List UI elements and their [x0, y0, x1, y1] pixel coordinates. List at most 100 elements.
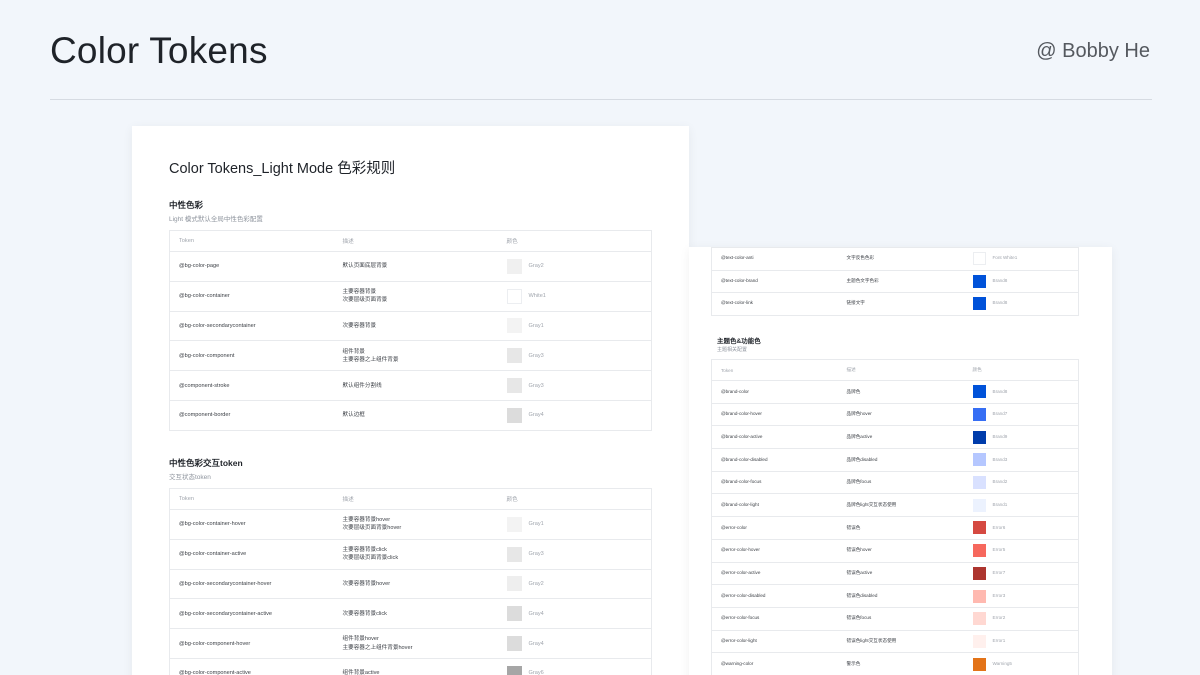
table-row: @error-color-light错误色light交互状态使用Error1: [712, 630, 1079, 653]
token-name: @text-color-brand: [712, 270, 838, 293]
description-line: 错误色light交互状态使用: [847, 638, 964, 645]
column-header: 颜色: [498, 231, 652, 252]
description-line: 组件背景hover: [343, 635, 498, 643]
token-color: Gray1: [498, 311, 652, 341]
color-swatch: [973, 453, 986, 466]
color-name: Brand8: [993, 278, 1008, 285]
header-divider: [50, 99, 1152, 100]
table-header-row: Token描述颜色: [170, 489, 652, 510]
color-name: Gray1: [529, 322, 544, 330]
token-description: 默认组件分割线: [334, 371, 498, 401]
color-swatch: [973, 297, 986, 310]
color-swatch: [507, 606, 522, 621]
table-row: @bg-color-secondarycontainer-active 次要容器背…: [170, 599, 652, 629]
token-name: @bg-color-component: [170, 341, 334, 371]
token-color: Brand3: [964, 449, 1079, 472]
description-line: 链接文字: [847, 300, 964, 307]
token-description: 次要容器背景click: [334, 599, 498, 629]
section-subtitle-neutral-interaction: 交互状态token: [169, 471, 211, 481]
color-name: Brand2: [993, 479, 1008, 486]
token-description: 品牌色focus: [838, 471, 964, 494]
token-color: Brand7: [964, 403, 1079, 426]
token-name: @bg-color-secondarycontainer: [170, 311, 334, 341]
token-color: Brand2: [964, 471, 1079, 494]
neutral-color-table: Token描述颜色@bg-color-page默认页面底层背景Gray2@bg-…: [169, 230, 652, 431]
token-description: 主要容器背景hover次要层级页面背景hover: [334, 510, 498, 540]
color-name: Font White1: [993, 255, 1018, 262]
description-line: 错误色focus: [847, 615, 964, 622]
description-line: 主要容器背景click: [343, 546, 498, 554]
color-name: Error1: [993, 638, 1006, 645]
table-header-row: Token描述颜色: [170, 231, 652, 252]
token-color: Gray3: [498, 371, 652, 401]
table-row: @warning-color警示色Warning5: [712, 653, 1079, 675]
token-name: @text-color-anti: [712, 248, 838, 271]
token-name: @brand-color-disabled: [712, 449, 838, 472]
color-name: Gray4: [529, 411, 544, 419]
table-row: @brand-color-light品牌色light交互状态使用Brand1: [712, 494, 1079, 517]
color-swatch: [507, 636, 522, 651]
token-description: 次要容器背景hover: [334, 569, 498, 599]
token-name: @bg-color-component-hover: [170, 629, 334, 659]
author-credit: @ Bobby He: [1036, 40, 1150, 63]
token-name: @bg-color-container-hover: [170, 510, 334, 540]
table-row: @component-border默认边框 Gray4: [170, 400, 652, 430]
token-name: @brand-color-active: [712, 426, 838, 449]
table-row: @text-color-link链接文字Brand8: [712, 293, 1079, 316]
color-swatch: [507, 289, 522, 304]
token-description: 错误色light交互状态使用: [838, 630, 964, 653]
color-name: Gray2: [529, 580, 544, 588]
token-color: Error6: [964, 517, 1079, 540]
color-name: Brand8: [993, 389, 1008, 396]
description-line: 默认页面底层背景: [343, 262, 498, 270]
color-swatch: [973, 499, 986, 512]
description-line: 品牌色active: [847, 434, 964, 441]
token-description: 品牌色hover: [838, 403, 964, 426]
description-line: 品牌色light交互状态使用: [847, 502, 964, 509]
table-row: @bg-color-container-hover主要容器背景hover次要层级…: [170, 510, 652, 540]
token-description: 默认边框: [334, 400, 498, 430]
section-title-neutral-interaction: 中性色彩交互token: [169, 457, 243, 469]
token-description: 文字反色色彩: [838, 248, 964, 271]
color-swatch: [973, 544, 986, 557]
token-color: Gray3: [498, 341, 652, 371]
token-name: @bg-color-page: [170, 252, 334, 282]
token-name: @brand-color-light: [712, 494, 838, 517]
table-row: @bg-color-component-hover组件背景hover主要容器之上…: [170, 629, 652, 659]
token-name: @bg-color-secondarycontainer-active: [170, 599, 334, 629]
description-line: 错误色disabled: [847, 593, 964, 600]
column-header: 描述: [334, 231, 498, 252]
token-color: Gray4: [498, 599, 652, 629]
color-name: Warning5: [993, 661, 1013, 668]
token-color: Brand8: [964, 293, 1079, 316]
token-description: 品牌色: [838, 381, 964, 404]
color-name: Error6: [993, 525, 1006, 532]
table-row: @bg-color-container-active主要容器背景click次要层…: [170, 539, 652, 569]
token-description: 组件背景active: [334, 658, 498, 675]
token-name: @component-border: [170, 400, 334, 430]
token-description: 链接文字: [838, 293, 964, 316]
color-name: Gray6: [529, 669, 544, 675]
color-swatch: [973, 408, 986, 421]
token-description: 默认页面底层背景: [334, 252, 498, 282]
color-name: White1: [529, 292, 546, 300]
token-description: 错误色focus: [838, 607, 964, 630]
column-header: Token: [170, 231, 334, 252]
table-row: @error-color-focus错误色focusError2: [712, 607, 1079, 630]
table-row: @brand-color-hover品牌色hoverBrand7: [712, 403, 1079, 426]
color-name: Gray3: [529, 352, 544, 360]
token-description: 警示色: [838, 653, 964, 675]
description-line: 默认组件分割线: [343, 382, 498, 390]
description-line: 次要容器背景click: [343, 610, 498, 618]
table-row: @error-color错误色Error6: [712, 517, 1079, 540]
column-header: Token: [712, 360, 838, 381]
token-color: Gray6: [498, 658, 652, 675]
text-brand-function-card: @text-color-anti文字反色色彩 Font White1 @text-c…: [689, 247, 1112, 675]
table-row: @brand-color-active 品牌色activeBrand9: [712, 426, 1079, 449]
token-name: @component-stroke: [170, 371, 334, 401]
description-line: 主要容器背景: [343, 288, 498, 296]
token-color: Brand9: [964, 426, 1079, 449]
token-name: @bg-color-container: [170, 281, 334, 311]
table-row: @bg-color-page默认页面底层背景Gray2: [170, 252, 652, 282]
description-line: 次要容器背景hover: [343, 580, 498, 588]
